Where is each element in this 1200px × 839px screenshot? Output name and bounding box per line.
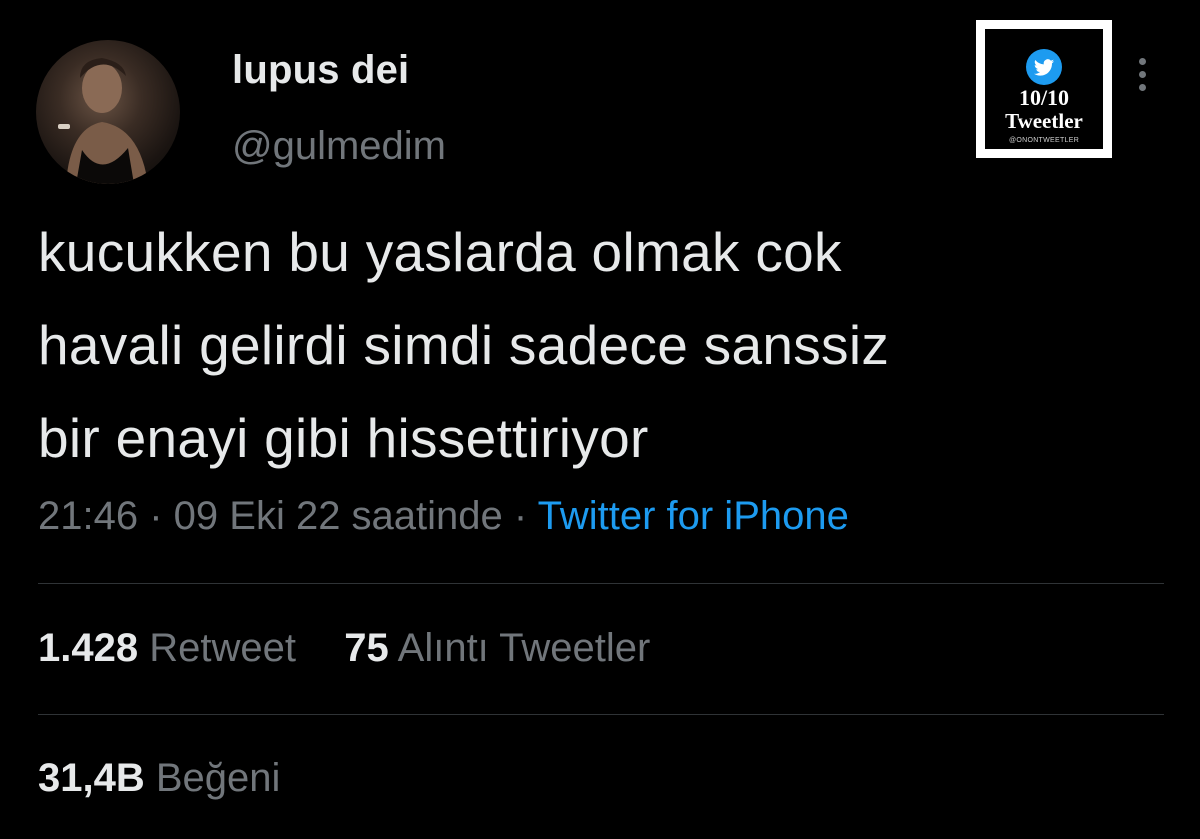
tweet-time[interactable]: 21:46 bbox=[38, 494, 138, 538]
user-handle[interactable]: @gulmedim bbox=[232, 124, 446, 169]
tweet-source-link[interactable]: Twitter for iPhone bbox=[538, 494, 849, 538]
likes-label: Beğeni bbox=[155, 756, 281, 800]
quotes-label: Alıntı Tweetler bbox=[397, 626, 651, 670]
divider bbox=[38, 583, 1164, 584]
divider bbox=[38, 714, 1164, 715]
avatar-photo bbox=[58, 58, 148, 184]
twitter-bird-icon bbox=[1026, 49, 1062, 85]
quotes-count: 75 bbox=[344, 626, 389, 670]
tweet-date[interactable]: 09 Eki 22 saatinde bbox=[174, 494, 503, 538]
retweets-label: Retweet bbox=[149, 626, 296, 670]
more-options-icon[interactable] bbox=[1130, 58, 1154, 98]
tweet-text-line: kucukken bu yaslarda olmak cok bbox=[38, 221, 842, 283]
likes-count: 31,4B bbox=[38, 756, 145, 800]
tweet-meta: 21:46 · 09 Eki 22 saatinde · Twitter for… bbox=[38, 494, 849, 539]
badge-account: @ONONTWEETLER bbox=[1008, 137, 1080, 144]
retweets-count: 1.428 bbox=[38, 626, 139, 670]
tweet-text-line: havali gelirdi simdi sadece sanssiz bbox=[38, 314, 890, 376]
meta-separator: · bbox=[502, 494, 538, 538]
badge-score: 10/10 bbox=[1018, 85, 1070, 110]
watermark-badge: 10/10 Tweetler @ONONTWEETLER bbox=[976, 20, 1112, 158]
tweet-text: kucukken bu yaslarda olmak cok havali ge… bbox=[38, 206, 1168, 485]
display-name[interactable]: lupus dei bbox=[232, 48, 409, 93]
likes-stat[interactable]: 31,4B Beğeni bbox=[38, 756, 280, 801]
badge-title: Tweetler bbox=[1005, 109, 1083, 133]
tweet-text-line: bir enayi gibi hissettiriyor bbox=[38, 407, 649, 469]
avatar[interactable] bbox=[36, 40, 180, 184]
engagement-stats: 1.428 Retweet 75 Alıntı Tweetler bbox=[38, 626, 650, 671]
retweets-stat[interactable]: 1.428 Retweet bbox=[38, 626, 296, 670]
meta-separator: · bbox=[138, 494, 174, 538]
quotes-stat[interactable]: 75 Alıntı Tweetler bbox=[344, 626, 650, 670]
